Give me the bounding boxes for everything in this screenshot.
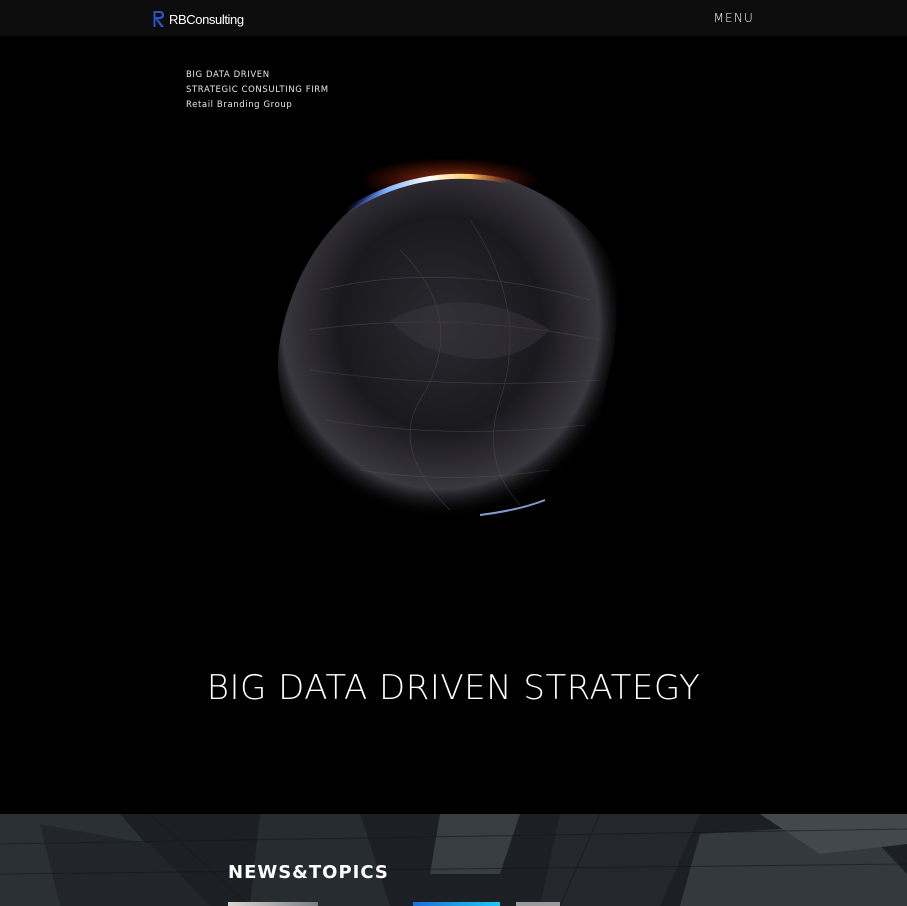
logo-text: RBConsulting	[169, 11, 244, 27]
particle-sphere-visual	[250, 140, 650, 560]
tagline-line-3: Retail Branding Group	[186, 100, 293, 110]
rb-logo-icon	[153, 11, 164, 27]
news-section: NEWS&TOPICS	[0, 814, 907, 906]
page: RBConsulting MENU BIG DATA DRIVEN STRATE…	[0, 0, 907, 906]
news-card-thumbnail[interactable]	[516, 902, 560, 906]
city-aerial-background	[0, 814, 907, 906]
logo-link[interactable]: RBConsulting	[152, 9, 244, 29]
site-header: RBConsulting MENU	[0, 0, 907, 36]
hero-tagline: BIG DATA DRIVEN STRATEGIC CONSULTING FIR…	[186, 68, 329, 113]
tagline-line-1: BIG DATA DRIVEN	[186, 70, 270, 80]
news-card-thumbnail[interactable]	[228, 902, 318, 906]
tagline-line-2: STRATEGIC CONSULTING FIRM	[186, 85, 329, 95]
hero-heading: BIG DATA DRIVEN STRATEGY	[206, 668, 701, 708]
menu-button[interactable]: MENU	[714, 11, 755, 25]
news-section-title: NEWS&TOPICS	[228, 862, 389, 883]
news-card-thumbnail[interactable]	[413, 902, 500, 906]
